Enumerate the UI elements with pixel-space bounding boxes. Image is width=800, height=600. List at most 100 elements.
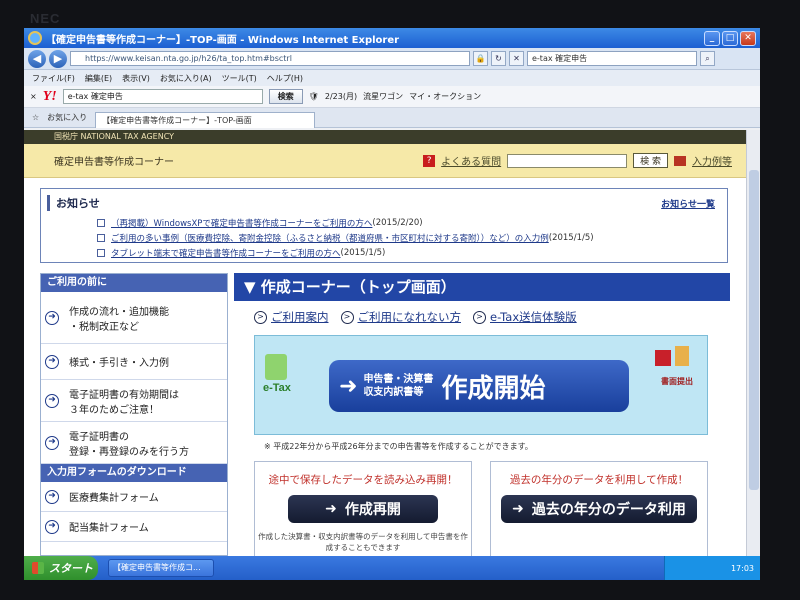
minimize-button[interactable]: _ (704, 30, 720, 46)
vertical-scrollbar[interactable] (746, 130, 760, 556)
search-icon[interactable]: ⌕ (700, 51, 715, 66)
input-examples-link[interactable]: 入力例等 (692, 153, 732, 168)
shield-icon[interactable]: 🛡 (309, 92, 319, 101)
link-etax-trial[interactable]: > e-Tax送信体験版 (473, 309, 577, 325)
start-subtitle-line: 収支内訳書等 (363, 387, 424, 398)
faq-icon: ? (423, 154, 436, 167)
toolbar-close-icon[interactable]: × (30, 92, 37, 101)
start-creation-button[interactable]: ➜ 申告書・決算書 収支内訳書等 作成開始 (329, 360, 629, 412)
favorites-star-icon[interactable]: ☆ (32, 113, 39, 122)
sidebar-item-label: 様式・手引き・入力例 (69, 358, 169, 369)
sidebar-item-forms[interactable]: ➜ 様式・手引き・入力例 (41, 344, 227, 380)
news-item-date: (2015/1/5) (340, 248, 386, 258)
arrow-right-icon: ➜ (512, 501, 524, 517)
news-item: タブレット端末で確定申告書等作成コーナーをご利用の方へ (2015/1/5) (97, 247, 594, 259)
menu-favorites[interactable]: お気に入り(A) (160, 73, 212, 84)
taskbar-ie-window[interactable]: 【確定申告書等作成コ... (108, 559, 214, 577)
page-content: 国税庁 NATIONAL TAX AGENCY 確定申告書等作成コーナー ? よ… (24, 130, 746, 556)
resume-card: 途中で保存したデータを読み込み再開！ ➜ 作成再開 作成した決算書・収支内訳書等の… (254, 461, 472, 556)
menu-file[interactable]: ファイル(F) (32, 73, 75, 84)
paper-submit-label: 書面提出 (661, 377, 693, 386)
yahoo-toolbar: × Y! e-tax 確定申告 検索 🛡 2/23(月) 流星ワゴン マイ・オー… (24, 86, 760, 108)
site-title: 確定申告書等作成コーナー (54, 157, 174, 168)
arrow-right-icon: ➜ (45, 435, 59, 450)
site-search-input[interactable] (507, 153, 628, 168)
sidebar-section-downloads: 入力用フォームのダウンロード (41, 464, 227, 482)
site-search-button[interactable]: 検 索 (633, 153, 668, 168)
faq-link[interactable]: よくある質問 (441, 153, 501, 168)
sidebar-item-certificate-register[interactable]: ➜ 電子証明書の 登録・再登録のみを行う方 (41, 422, 227, 464)
toolbar-trend[interactable]: 流星ワゴン (363, 91, 403, 102)
windows-logo-icon (32, 562, 44, 574)
toolbar-auction[interactable]: マイ・オークション (409, 91, 481, 102)
past-data-button[interactable]: ➜ 過去の年分のデータ利用 (501, 495, 697, 523)
forward-button[interactable]: ▶ (49, 49, 67, 68)
menu-tools[interactable]: ツール(T) (222, 73, 257, 84)
main-panel: ▼ 作成コーナー（トップ画面） > ご利用案内 > ご利用になれない方 > e-Tax… (234, 273, 730, 556)
news-item: （再掲載）WindowsXPで確定申告書等作成コーナーをご利用の方へ (2015… (97, 217, 594, 229)
toolbar-date[interactable]: 2/23(月) (325, 91, 357, 102)
resume-button[interactable]: ➜ 作成再開 (288, 495, 438, 523)
link-label: ご利用案内 (271, 310, 329, 324)
start-label: 作成開始 (441, 373, 546, 404)
close-button[interactable]: ✕ (740, 30, 756, 46)
sidebar-item-certificate-expiry[interactable]: ➜ 電子証明書の有効期間は ３年のためご注意！ (41, 380, 227, 422)
yahoo-search-input[interactable]: e-tax 確定申告 (62, 89, 263, 104)
window-title: 【確定申告書等作成コーナー】-TOP-画面 - Windows Internet… (46, 34, 400, 46)
arrow-right-icon: ➜ (45, 489, 59, 504)
scrollbar-thumb[interactable] (749, 170, 759, 490)
sidebar-item-label: ・税制改正など (69, 321, 139, 333)
year-note: ※ 平成22年分から平成26年分までの申告書等を作成することができます。 (264, 442, 533, 451)
book-icon (674, 155, 686, 166)
window-controls: _ □ ✕ (704, 30, 756, 46)
browser-search-input[interactable]: e-tax 確定申告 (527, 51, 697, 66)
news-item-date: (2015/2/20) (372, 218, 423, 228)
taskbar: スタート 【確定申告書等作成コ... 17:03 (24, 556, 760, 580)
header-tools: ? よくある質問 検 索 入力例等 (423, 153, 746, 168)
news-bullet-icon (97, 249, 105, 257)
etax-logo: e-Tax (263, 382, 291, 394)
sidebar-item-medical-form[interactable]: ➜ 医療費集計フォーム (41, 482, 227, 512)
arrow-right-icon: ➜ (339, 373, 358, 399)
window-titlebar[interactable]: 【確定申告書等作成コーナー】-TOP-画面 - Windows Internet… (24, 28, 760, 48)
arrow-right-icon: ➜ (45, 519, 59, 534)
guide-links: > ご利用案内 > ご利用になれない方 > e-Tax送信体験版 (234, 301, 730, 333)
news-item-link[interactable]: （再掲載）WindowsXPで確定申告書等作成コーナーをご利用の方へ (111, 217, 372, 229)
sidebar-item-dividend-form[interactable]: ➜ 配当集計フォーム (41, 512, 227, 542)
news-bullet-icon (97, 234, 105, 242)
browser-tab[interactable]: 【確定申告書等作成コーナー】-TOP-画面 (95, 111, 316, 128)
news-bullet-icon (97, 219, 105, 227)
maximize-button[interactable]: □ (722, 30, 738, 46)
yahoo-search-button[interactable]: 検索 (268, 89, 303, 104)
start-button[interactable]: スタート (24, 556, 98, 580)
address-bar: ◀ ▶ https://www.keisan.nta.go.jp/h26/ta_… (24, 48, 760, 70)
lock-icon[interactable]: 🔒 (473, 51, 488, 66)
news-heading: お知らせ (47, 195, 100, 211)
news-all-link[interactable]: お知らせ一覧 (661, 197, 715, 210)
news-item-link[interactable]: ご利用の多い事例（医療費控除、寄附金控除（ふるさと納税（都道府県・市区町村に対す… (111, 232, 549, 244)
yahoo-logo[interactable]: Y! (43, 89, 57, 105)
refresh-button[interactable]: ↻ (491, 51, 506, 66)
start-subtitle-line: 申告書・決算書 (363, 374, 434, 385)
link-label: ご利用になれない方 (357, 310, 462, 324)
menu-edit[interactable]: 編集(E) (85, 73, 112, 84)
link-unavailable-users[interactable]: > ご利用になれない方 (340, 309, 462, 325)
menu-view[interactable]: 表示(V) (122, 73, 150, 84)
menu-help[interactable]: ヘルプ(H) (267, 73, 303, 84)
clock[interactable]: 17:03 (731, 564, 754, 573)
arrow-circle-icon: > (340, 310, 354, 324)
favorites-bar: ☆ お気に入り 【確定申告書等作成コーナー】-TOP-画面 (24, 108, 760, 128)
back-button[interactable]: ◀ (28, 49, 46, 68)
nec-logo: NEC (30, 11, 61, 26)
sidebar-item-flow[interactable]: ➜ 作成の流れ・追加機能 ・税制改正など (41, 292, 227, 344)
resume-heading: 途中で保存したデータを読み込み再開！ (268, 474, 458, 486)
url-input[interactable]: https://www.keisan.nta.go.jp/h26/ta_top.… (70, 51, 470, 66)
system-tray: 17:03 (664, 556, 760, 580)
link-usage-guide[interactable]: > ご利用案内 (254, 309, 329, 325)
news-item-link[interactable]: タブレット端末で確定申告書等作成コーナーをご利用の方へ (111, 247, 341, 259)
start-panel: e-Tax ➜ 申告書・決算書 収支内訳書等 作成開始 書面提出 (254, 335, 708, 435)
past-data-heading: 過去の年分のデータを利用して作成！ (509, 474, 689, 486)
favorites-button[interactable]: お気に入り (47, 112, 87, 123)
stop-button[interactable]: ✕ (509, 51, 524, 66)
agency-banner: 国税庁 NATIONAL TAX AGENCY (24, 130, 746, 144)
